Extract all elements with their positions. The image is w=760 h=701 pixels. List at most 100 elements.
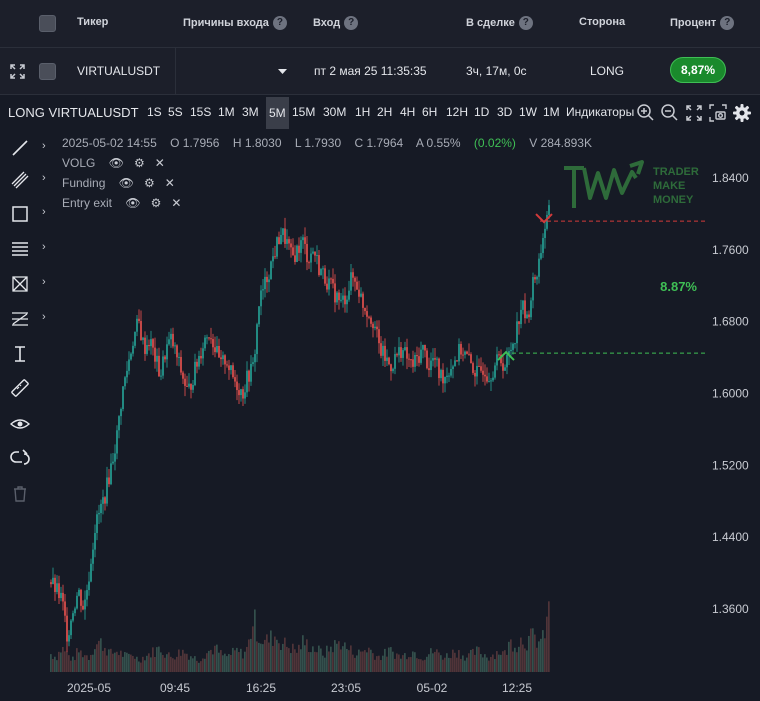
volume-bar xyxy=(482,657,484,672)
volume-bar xyxy=(212,654,214,672)
volume-bar xyxy=(114,652,116,672)
volume-bar xyxy=(244,651,246,672)
candle-body xyxy=(118,416,120,431)
x-axis-tick-label: 09:45 xyxy=(160,681,190,695)
volume-bar xyxy=(324,657,326,672)
candle-body xyxy=(108,477,110,485)
candle-body xyxy=(338,292,340,301)
close-icon[interactable]: ✕ xyxy=(155,156,165,170)
volume-bar xyxy=(92,654,94,672)
volume-bar xyxy=(148,653,150,672)
volume-bar xyxy=(398,654,400,672)
indicator-label: Entry exit xyxy=(62,196,113,210)
gear-icon[interactable]: ⚙ xyxy=(144,176,155,190)
volume-bar xyxy=(164,657,166,672)
volume-bar xyxy=(210,649,212,672)
candle-body xyxy=(410,359,412,361)
candle-body xyxy=(282,228,284,235)
volume-bar xyxy=(86,655,88,672)
candle-body xyxy=(144,337,146,354)
candle-body xyxy=(400,347,402,358)
candle-body xyxy=(310,253,312,263)
candle-body xyxy=(280,234,282,245)
candle-body xyxy=(378,329,380,344)
candle-body xyxy=(182,372,184,379)
close-icon[interactable]: ✕ xyxy=(165,176,175,190)
volume-bar xyxy=(356,655,358,672)
candle-body xyxy=(256,324,258,355)
volume-bar xyxy=(294,649,296,672)
volume-bar xyxy=(216,644,218,672)
volume-bar xyxy=(484,654,486,672)
y-axis-tick-label: 1.7600 xyxy=(712,243,749,257)
eye-icon[interactable]: 👁 xyxy=(119,176,134,190)
volume-bar xyxy=(54,656,56,672)
candle-body xyxy=(104,497,106,504)
candle-body xyxy=(52,577,54,585)
candle-body xyxy=(284,228,286,244)
candle-body xyxy=(420,349,422,363)
gear-icon[interactable]: ⚙ xyxy=(134,156,145,170)
volume-bar xyxy=(326,645,328,672)
candle-body xyxy=(452,366,454,369)
candle-body xyxy=(336,292,338,303)
candle-body xyxy=(352,272,354,278)
close-icon[interactable]: ✕ xyxy=(171,196,181,210)
candle-body xyxy=(266,276,268,283)
volume-bar xyxy=(320,648,322,672)
price-chart[interactable]: 1.8400 1.7600 1.6800 1.6000 1.5200 1.4400 1.36… xyxy=(0,0,760,701)
volume-bar xyxy=(266,634,268,672)
volume-bar xyxy=(214,645,216,672)
volume-bar xyxy=(338,641,340,672)
candle-body xyxy=(446,375,448,377)
candle-body xyxy=(524,300,526,319)
candle-body xyxy=(402,350,404,358)
volume-bar xyxy=(172,658,174,672)
volume-bar xyxy=(516,652,518,672)
volume-bar xyxy=(208,650,210,672)
candle-body xyxy=(324,268,326,284)
volume-bar xyxy=(88,659,90,672)
volume-bar xyxy=(470,649,472,672)
indicator-funding: Funding 👁 ⚙ ✕ xyxy=(62,176,175,190)
volume-bar xyxy=(64,651,66,672)
x-axis-tick-label: 23:05 xyxy=(331,681,361,695)
candle-body xyxy=(544,228,546,239)
candle-body xyxy=(356,281,358,290)
volume-bar xyxy=(110,648,112,672)
volume-bar xyxy=(150,657,152,672)
volume-bar xyxy=(268,642,270,672)
volume-bar xyxy=(124,652,126,672)
volume-bar xyxy=(290,653,292,672)
eye-icon[interactable]: 👁 xyxy=(109,156,124,170)
volume-bar xyxy=(274,636,276,672)
volume-bar xyxy=(264,639,266,672)
candle-body xyxy=(386,357,388,361)
volume-bar xyxy=(344,642,346,672)
indicator-volg: VOLG 👁 ⚙ ✕ xyxy=(62,156,165,170)
volume-bar xyxy=(286,646,288,672)
volume-bar xyxy=(372,653,374,672)
candle-body xyxy=(440,369,442,379)
candle-body xyxy=(392,368,394,372)
volume-bar xyxy=(180,655,182,672)
logo-line-2: MAKE xyxy=(653,180,686,192)
eye-icon[interactable]: 👁 xyxy=(125,196,140,210)
volume-bar xyxy=(416,658,418,672)
candle-body xyxy=(74,608,76,614)
candle-body xyxy=(180,356,182,373)
candle-body xyxy=(246,370,248,393)
y-axis-tick-label: 1.3600 xyxy=(712,602,749,616)
volume-bar xyxy=(374,659,376,672)
volume-bar xyxy=(70,660,72,672)
candle-body xyxy=(194,361,196,386)
volume-bar xyxy=(170,656,172,672)
candle-body xyxy=(96,514,98,534)
candle-body xyxy=(234,377,236,382)
x-axis-tick-label: 2025-05 xyxy=(67,681,111,695)
gear-icon[interactable]: ⚙ xyxy=(151,196,162,210)
trader-make-money-logo xyxy=(564,160,644,208)
legend-volume: V 284.893K xyxy=(529,136,592,150)
volume-bar xyxy=(52,658,54,672)
volume-bar xyxy=(540,638,542,672)
